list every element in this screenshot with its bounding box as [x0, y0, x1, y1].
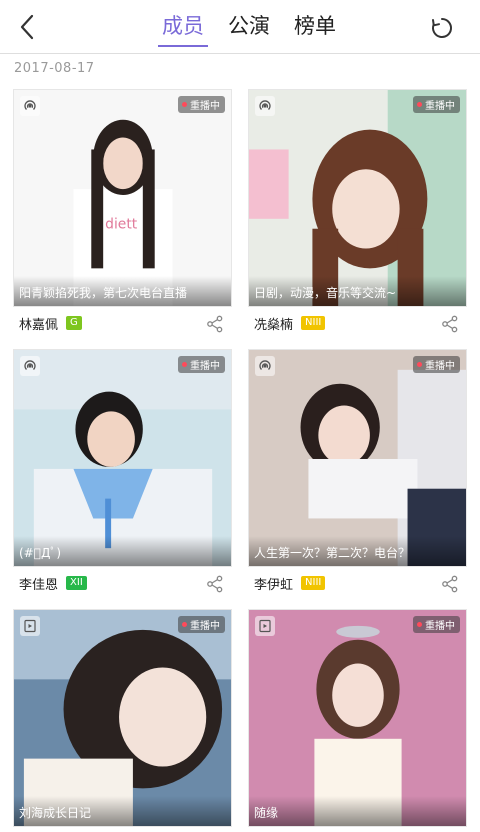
- live-dot-icon: [417, 622, 422, 627]
- replay-badge-label: 重播中: [425, 361, 455, 372]
- share-icon[interactable]: [206, 315, 224, 333]
- card-photo[interactable]: 重播中 刘海成长日记: [13, 609, 232, 827]
- refresh-icon: [432, 18, 453, 38]
- member-photo: [249, 350, 466, 566]
- tab-performances[interactable]: 公演: [226, 10, 272, 46]
- member-photo: diett: [14, 90, 231, 306]
- live-dot-icon: [182, 362, 187, 367]
- member-card: diett 重播中 阳青颖掐死我，第七次电台直播 林嘉佩 G: [13, 89, 232, 339]
- member-card: 重播中 随缘: [248, 609, 467, 832]
- card-meta: 冼燊楠 NIII: [248, 307, 467, 339]
- replay-badge-label: 重播中: [190, 361, 220, 372]
- member-name: 李佳恩: [19, 577, 59, 593]
- top-nav-bar: 成员 公演 榜单: [0, 0, 480, 54]
- replay-badge: 重播中: [413, 616, 460, 633]
- member-card: 重播中 (#ﾟДﾟ) 李佳恩 XII: [13, 349, 232, 599]
- card-photo[interactable]: diett 重播中 阳青颖掐死我，第七次电台直播: [13, 89, 232, 307]
- replay-badge-label: 重播中: [425, 101, 455, 112]
- replay-badge: 重播中: [413, 356, 460, 373]
- card-caption: 刘海成长日记: [14, 796, 231, 826]
- team-badge: NIII: [301, 576, 326, 590]
- card-photo[interactable]: 重播中 (#ﾟДﾟ): [13, 349, 232, 567]
- replay-badge: 重播中: [413, 96, 460, 113]
- tab-members[interactable]: 成员: [158, 10, 208, 47]
- card-photo[interactable]: 重播中 日剧，动漫，音乐等交流~: [248, 89, 467, 307]
- radio-icon: [255, 356, 275, 376]
- share-icon[interactable]: [441, 315, 459, 333]
- member-card: 重播中 刘海成长日记: [13, 609, 232, 832]
- live-dot-icon: [182, 622, 187, 627]
- card-caption: 随缘: [249, 796, 466, 826]
- back-button[interactable]: [12, 12, 42, 42]
- video-icon: [255, 616, 275, 636]
- chevron-left-icon: [20, 14, 34, 40]
- share-icon[interactable]: [206, 575, 224, 593]
- replay-badge-label: 重播中: [425, 621, 455, 632]
- member-card: 重播中 人生第一次？第二次？电台？ 李伊虹 NIII: [248, 349, 467, 599]
- member-card: 重播中 日剧，动漫，音乐等交流~ 冼燊楠 NIII: [248, 89, 467, 339]
- replay-badge: 重播中: [178, 96, 225, 113]
- member-photo: [14, 350, 231, 566]
- live-dot-icon: [182, 102, 187, 107]
- team-badge: NIII: [301, 316, 326, 330]
- team-badge: G: [66, 316, 82, 330]
- member-name: 冼燊楠: [254, 317, 294, 333]
- card-photo[interactable]: 重播中 随缘: [248, 609, 467, 827]
- member-name: 李伊虹: [254, 577, 294, 593]
- member-name: 林嘉佩: [19, 317, 59, 333]
- card-caption: (#ﾟДﾟ): [14, 536, 231, 566]
- radio-icon: [255, 96, 275, 116]
- card-meta: 李伊虹 NIII: [248, 567, 467, 599]
- replay-badge-label: 重播中: [190, 101, 220, 112]
- card-caption: 阳青颖掐死我，第七次电台直播: [14, 276, 231, 306]
- team-badge: XII: [66, 576, 87, 590]
- member-photo: [249, 90, 466, 306]
- card-meta: 李佳恩 XII: [13, 567, 232, 599]
- replay-badge-label: 重播中: [190, 621, 220, 632]
- svg-text:diett: diett: [105, 217, 138, 233]
- card-caption: 人生第一次？第二次？电台？: [249, 536, 466, 566]
- tab-rankings[interactable]: 榜单: [292, 10, 338, 46]
- live-dot-icon: [417, 362, 422, 367]
- replay-badge: 重播中: [178, 616, 225, 633]
- card-caption: 日剧，动漫，音乐等交流~: [249, 276, 466, 306]
- replay-badge: 重播中: [178, 356, 225, 373]
- live-dot-icon: [417, 102, 422, 107]
- video-icon: [20, 616, 40, 636]
- radio-icon: [20, 356, 40, 376]
- share-icon[interactable]: [441, 575, 459, 593]
- date-label: 2017-08-17: [14, 61, 95, 76]
- member-photo: [249, 610, 466, 826]
- card-meta: 林嘉佩 G: [13, 307, 232, 339]
- tab-bar: 成员 公演 榜单: [158, 10, 338, 47]
- card-photo[interactable]: 重播中 人生第一次？第二次？电台？: [248, 349, 467, 567]
- refresh-button[interactable]: [428, 14, 456, 42]
- radio-icon: [20, 96, 40, 116]
- member-photo: [14, 610, 231, 826]
